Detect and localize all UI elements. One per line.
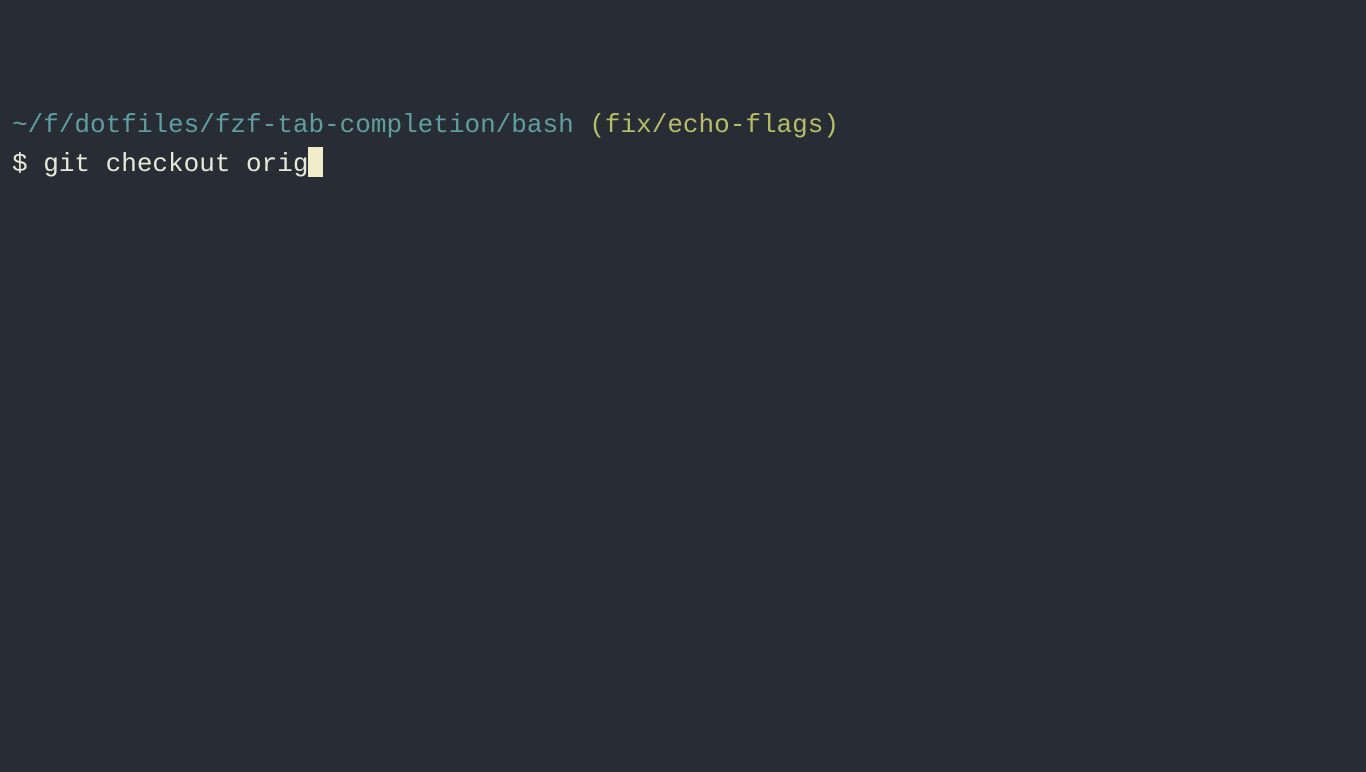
terminal-window[interactable]: ~/f/dotfiles/fzf-tab-completion/bash (fi… xyxy=(12,28,1354,223)
cursor-icon xyxy=(308,147,323,177)
command-input[interactable]: git checkout orig xyxy=(43,149,308,179)
prompt-symbol: $ xyxy=(12,149,28,179)
current-path: ~/f/dotfiles/fzf-tab-completion/bash xyxy=(12,110,574,140)
prompt-line-2: $ git checkout orig xyxy=(12,145,1354,184)
prompt-line-1: ~/f/dotfiles/fzf-tab-completion/bash (fi… xyxy=(12,106,1354,145)
git-branch: (fix/echo-flags) xyxy=(589,110,839,140)
